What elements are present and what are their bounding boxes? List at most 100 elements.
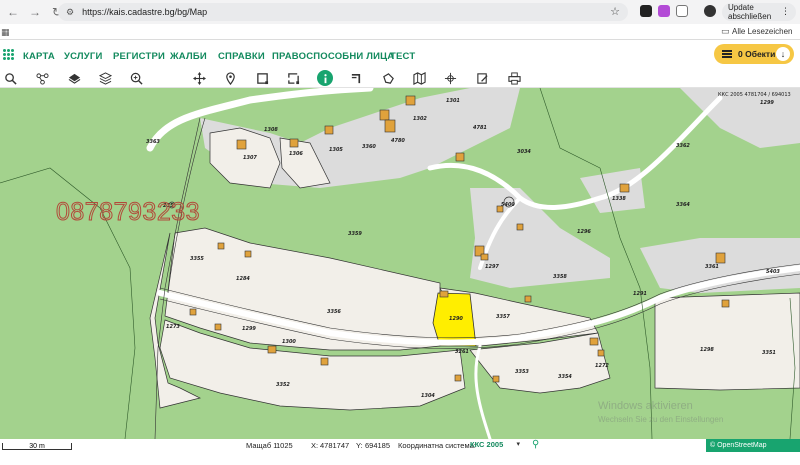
svg-text:1338: 1338	[612, 196, 626, 202]
svg-text:3362: 3362	[676, 143, 690, 149]
scale-label: Мащаб 1:	[246, 441, 280, 450]
layers-icon[interactable]	[66, 70, 82, 86]
y-value: 694185	[365, 441, 391, 450]
search-icon[interactable]: ⚲	[532, 439, 539, 450]
extension-icon[interactable]	[640, 5, 652, 17]
top-right-grid-label: ККС 2005 4781704 / 694013	[718, 92, 791, 98]
apps-icon[interactable]: ▦	[1, 27, 10, 38]
svg-text:1297: 1297	[485, 264, 499, 270]
svg-text:3352: 3352	[276, 382, 290, 388]
svg-text:3359: 3359	[348, 231, 362, 237]
svg-text:1299: 1299	[242, 326, 256, 332]
svg-text:4780: 4780	[391, 138, 405, 144]
svg-text:1296: 1296	[577, 229, 591, 235]
print-icon[interactable]	[506, 70, 522, 86]
menu-item-complaints[interactable]: ЖАЛБИ	[170, 51, 207, 62]
svg-text:3355: 3355	[190, 256, 204, 262]
main-menu: КАРТА УСЛУГИ РЕГИСТРИ ЖАЛБИ СПРАВКИ ПРАВ…	[0, 41, 800, 68]
map-canvas[interactable]: 1290 3357 3356 3358 3359 3355 1284 3352 …	[0, 88, 800, 439]
url-text[interactable]: https://kais.cadastre.bg/bg/Map	[82, 7, 207, 17]
svg-text:3360: 3360	[362, 144, 376, 150]
folder-icon: ▭	[721, 26, 730, 36]
svg-text:1291: 1291	[633, 291, 647, 297]
phone-watermark: 0878793233	[55, 198, 201, 227]
svg-text:3261: 3261	[455, 349, 469, 355]
zoom-in-icon[interactable]	[128, 70, 144, 86]
puzzle-icon[interactable]	[676, 5, 688, 17]
polygon-icon[interactable]	[380, 70, 396, 86]
svg-text:3353: 3353	[515, 369, 529, 375]
svg-text:4781: 4781	[473, 125, 487, 131]
survey-points	[168, 196, 515, 209]
bookmark-star-icon[interactable]: ☆	[610, 5, 620, 18]
x-value: 4781747	[320, 441, 350, 450]
menu-item-services[interactable]: УСЛУГИ	[64, 51, 103, 62]
svg-text:3363: 3363	[146, 139, 160, 145]
svg-text:1300: 1300	[282, 339, 296, 345]
bookmark-bar: ▦ ▭ Alle Lesezeichen	[0, 24, 800, 40]
svg-text:1306: 1306	[289, 151, 303, 157]
svg-text:1298: 1298	[700, 347, 714, 353]
svg-text:1304: 1304	[421, 393, 435, 399]
address-bar[interactable]: ⚙ https://kais.cadastre.bg/bg/Map ☆	[58, 3, 628, 21]
svg-text:1305: 1305	[329, 147, 343, 153]
svg-text:3354: 3354	[558, 374, 572, 380]
search-icon[interactable]	[2, 70, 18, 86]
svg-text:3356: 3356	[327, 309, 341, 315]
back-icon[interactable]: ←	[4, 3, 22, 21]
cadastral-map[interactable]: 1290 3357 3356 3358 3359 3355 1284 3352 …	[0, 88, 800, 439]
corner-icon[interactable]	[348, 70, 364, 86]
arrow-down-icon[interactable]: ↓	[776, 47, 790, 61]
browser-toolbar: ← → ↻ ⚙ https://kais.cadastre.bg/bg/Map …	[0, 0, 800, 24]
select-rect-icon[interactable]	[254, 70, 270, 86]
crosshair-icon[interactable]	[442, 70, 458, 86]
menu-item-test[interactable]: ТЕСТ	[390, 51, 415, 62]
edit-icon[interactable]	[474, 70, 490, 86]
crs-select[interactable]: ККС 2005 ▾	[466, 440, 524, 451]
x-label: X:	[311, 441, 319, 450]
menu-item-registers[interactable]: РЕГИСТРИ	[113, 51, 165, 62]
windows-activation-watermark: Windows aktivieren	[598, 400, 693, 412]
svg-text:3351: 3351	[762, 350, 776, 356]
scale-value[interactable]: 1025	[276, 441, 293, 450]
all-bookmarks-link[interactable]: Alle Lesezeichen	[732, 27, 792, 36]
update-button[interactable]: Update abschließen ⋮	[722, 3, 796, 21]
svg-text:1299: 1299	[760, 100, 774, 106]
svg-text:3034: 3034	[517, 149, 531, 155]
select-poly-icon[interactable]	[285, 70, 301, 86]
windows-activation-subtext: Wechseln Sie zu den Einstellungen	[598, 415, 724, 424]
crs-label: Координатна система:	[398, 441, 476, 450]
menu-dots-icon[interactable]: ⋮	[781, 6, 790, 17]
osm-credit[interactable]: © OpenStreetMap contributors.	[706, 439, 800, 462]
menu-item-references[interactable]: СПРАВКИ	[218, 51, 265, 62]
map-icon[interactable]	[411, 70, 427, 86]
svg-text:1301: 1301	[446, 98, 460, 104]
nodes-icon[interactable]	[34, 70, 50, 86]
layers-stack-icon[interactable]	[97, 70, 113, 86]
hamburger-icon	[722, 50, 732, 58]
info-icon[interactable]	[317, 70, 333, 86]
menu-item-licensed-persons[interactable]: ПРАВОСПОСОБНИ ЛИЦА	[272, 51, 394, 62]
svg-text:1273: 1273	[166, 324, 180, 330]
svg-text:3357: 3357	[496, 314, 510, 320]
svg-text:5403: 5403	[766, 269, 780, 275]
site-info-icon[interactable]: ⚙	[66, 7, 74, 18]
objects-label: 0 Обекти	[738, 49, 776, 59]
pin-icon[interactable]	[222, 70, 238, 86]
scale-bar: 30 m	[2, 443, 72, 450]
profile-avatar[interactable]	[704, 5, 716, 17]
svg-text:1284: 1284	[236, 276, 250, 282]
map-toolbar	[0, 68, 800, 88]
move-icon[interactable]	[191, 70, 207, 86]
svg-text:1290: 1290	[449, 316, 463, 322]
svg-text:3361: 3361	[705, 264, 719, 270]
forward-icon[interactable]: →	[26, 3, 44, 21]
extension-icon[interactable]	[658, 5, 670, 17]
menu-item-map[interactable]: КАРТА	[23, 51, 55, 62]
svg-text:3364: 3364	[676, 202, 690, 208]
svg-text:1272: 1272	[595, 363, 609, 369]
svg-text:1307: 1307	[243, 155, 257, 161]
objects-button[interactable]: 0 Обекти ↓	[714, 44, 794, 64]
apps-grid-icon[interactable]	[3, 49, 14, 60]
status-bar: Мащаб 1: 1025 X: 4781747 Y: 694185 Коорд…	[0, 439, 800, 452]
